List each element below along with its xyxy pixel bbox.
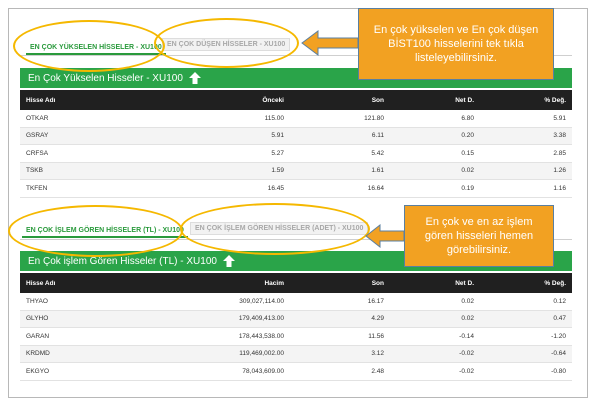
- table-cell: 179,409,413.00: [170, 310, 290, 328]
- table-cell: 121.80: [290, 110, 390, 128]
- tab-top-gainers[interactable]: EN ÇOK YÜKSELEN HİSSELER - XU100: [26, 42, 166, 55]
- callout-top: En çok yükselen ve En çok düşen BİST100 …: [358, 8, 554, 80]
- column-header: Hisse Adı: [26, 279, 56, 287]
- table-row: EKGYO 78,043,609.00 2.48 -0.02 -0.80: [20, 362, 572, 381]
- column-header: Net D.: [455, 279, 474, 287]
- stock-symbol-link[interactable]: GARAN: [20, 327, 170, 346]
- table-cell: 5.91: [480, 110, 572, 128]
- table-cell: 1.61: [290, 162, 390, 180]
- table-row: CRFSA 5.27 5.42 0.15 2.85: [20, 144, 572, 163]
- up-arrow-icon: [222, 255, 235, 267]
- table-header-row: Hisse Adı Hacim Son Net D. % Değ.: [20, 273, 572, 293]
- callout-bottom-text: En çok ve en az işlem gören hisseleri he…: [424, 215, 534, 257]
- table-row: TSKB 1.59 1.61 0.02 1.26: [20, 162, 572, 180]
- callout-arrow-icon: [365, 224, 405, 248]
- table-cell: -0.80: [480, 362, 572, 381]
- table-cell: 178,443,538.00: [170, 327, 290, 346]
- column-header: Hacim: [264, 279, 284, 287]
- up-arrow-icon: [188, 72, 201, 84]
- table-cell: 3.12: [290, 345, 390, 363]
- stock-symbol-link[interactable]: GLYHO: [20, 310, 170, 328]
- table-row: GLYHO 179,409,413.00 4.29 0.02 0.47: [20, 310, 572, 328]
- table-cell: 11.56: [290, 327, 390, 346]
- table-cell: 3.38: [480, 127, 572, 145]
- table-cell: -0.64: [480, 345, 572, 363]
- table-row: KRDMD 119,469,002.00 3.12 -0.02 -0.64: [20, 345, 572, 363]
- stock-symbol-link[interactable]: GSRAY: [20, 127, 170, 145]
- stock-symbol-link[interactable]: EKGYO: [20, 362, 170, 381]
- table-cell: 78,043,609.00: [170, 362, 290, 381]
- table-cell: 6.80: [390, 110, 480, 128]
- table-cell: 0.12: [480, 293, 572, 311]
- bottom-section-title: En Çok işlem Gören Hisseler (TL) - XU100: [28, 255, 217, 267]
- table-cell: 0.02: [390, 293, 480, 311]
- table-cell: 1.59: [170, 162, 290, 180]
- column-header: Son: [371, 279, 384, 287]
- column-header: Hisse Adı: [26, 96, 56, 104]
- table-cell: 309,027,114.00: [170, 293, 290, 311]
- column-header: Son: [371, 96, 384, 104]
- table-cell: -1.20: [480, 327, 572, 346]
- column-header: Önceki: [262, 96, 284, 104]
- tab-most-traded-count[interactable]: EN ÇOK İŞLEM GÖREN HİSSELER (ADET) - XU1…: [190, 222, 369, 235]
- table-row: THYAO 309,027,114.00 16.17 0.02 0.12: [20, 293, 572, 311]
- table-cell: 2.85: [480, 144, 572, 163]
- table-cell: 5.91: [170, 127, 290, 145]
- table-cell: 1.16: [480, 179, 572, 198]
- top-gainers-table: Hisse Adı Önceki Son Net D. % Değ. OTKAR…: [20, 90, 572, 198]
- table-cell: 16.64: [290, 179, 390, 198]
- table-cell: 16.45: [170, 179, 290, 198]
- stock-symbol-link[interactable]: CRFSA: [20, 144, 170, 163]
- stock-symbol-link[interactable]: TKFEN: [20, 179, 170, 198]
- column-header: % Değ.: [544, 96, 566, 104]
- callout-arrow-icon: [301, 30, 359, 56]
- callout-top-text: En çok yükselen ve En çok düşen BİST100 …: [373, 23, 539, 65]
- table-cell: 0.02: [390, 310, 480, 328]
- table-cell: 119,469,002.00: [170, 345, 290, 363]
- tab-most-traded-tl[interactable]: EN ÇOK İŞLEM GÖREN HİSSELER (TL) - XU100: [22, 225, 188, 238]
- table-cell: -0.02: [390, 362, 480, 381]
- table-row: TKFEN 16.45 16.64 0.19 1.16: [20, 179, 572, 198]
- top-section-title: En Çok Yükselen Hisseler - XU100: [28, 72, 183, 84]
- column-header: % Değ.: [544, 279, 566, 287]
- stock-symbol-link[interactable]: TSKB: [20, 162, 170, 180]
- table-cell: 1.26: [480, 162, 572, 180]
- stock-symbol-link[interactable]: KRDMD: [20, 345, 170, 363]
- table-row: GARAN 178,443,538.00 11.56 -0.14 -1.20: [20, 327, 572, 346]
- table-cell: -0.02: [390, 345, 480, 363]
- table-cell: 5.42: [290, 144, 390, 163]
- table-cell: 0.20: [390, 127, 480, 145]
- tab-top-losers[interactable]: EN ÇOK DÜŞEN HİSSELER - XU100: [162, 38, 291, 51]
- table-cell: 4.29: [290, 310, 390, 328]
- table-cell: 16.17: [290, 293, 390, 311]
- column-header: Net D.: [455, 96, 474, 104]
- most-traded-table: Hisse Adı Hacim Son Net D. % Değ. THYAO …: [20, 273, 572, 381]
- table-cell: 0.47: [480, 310, 572, 328]
- table-cell: 5.27: [170, 144, 290, 163]
- table-cell: 2.48: [290, 362, 390, 381]
- table-cell: 115.00: [170, 110, 290, 128]
- table-cell: 0.15: [390, 144, 480, 163]
- table-cell: 0.19: [390, 179, 480, 198]
- table-cell: 0.02: [390, 162, 480, 180]
- table-row: GSRAY 5.91 6.11 0.20 3.38: [20, 127, 572, 145]
- table-row: OTKAR 115.00 121.80 6.80 5.91: [20, 110, 572, 128]
- table-cell: -0.14: [390, 327, 480, 346]
- stock-symbol-link[interactable]: OTKAR: [20, 110, 170, 128]
- callout-bottom: En çok ve en az işlem gören hisseleri he…: [404, 205, 554, 267]
- table-cell: 6.11: [290, 127, 390, 145]
- stock-symbol-link[interactable]: THYAO: [20, 293, 170, 311]
- table-header-row: Hisse Adı Önceki Son Net D. % Değ.: [20, 90, 572, 110]
